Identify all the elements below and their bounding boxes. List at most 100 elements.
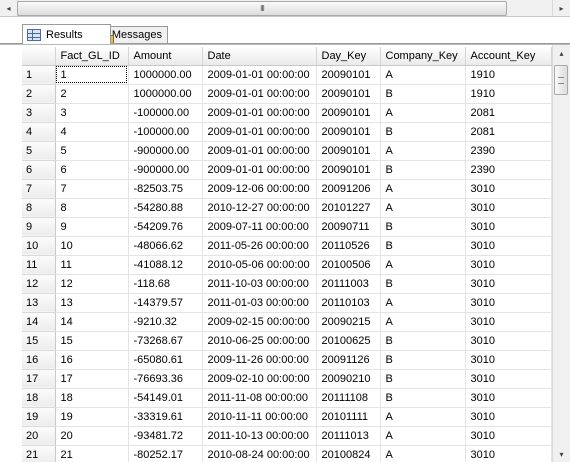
cell-account-key[interactable]: 2390	[465, 141, 552, 161]
horizontal-scroll-thumb[interactable]: III	[17, 1, 507, 16]
cell-account-key[interactable]: 2081	[465, 122, 552, 142]
cell-day-key[interactable]: 20090101	[316, 141, 381, 161]
cell-fact-gl-id[interactable]: 14	[55, 312, 129, 332]
cell-company-key[interactable]: B	[380, 331, 466, 351]
row-number-header[interactable]	[22, 47, 56, 66]
table-row[interactable]: 9 9 -54209.76 2009-07-11 00:00:00 20090711 B 3…	[22, 217, 552, 237]
cell-amount[interactable]: -73268.67	[128, 331, 203, 351]
row-number[interactable]: 3	[22, 103, 56, 123]
cell-date[interactable]: 2009-01-01 00:00:00	[202, 122, 317, 142]
row-number[interactable]: 16	[22, 350, 56, 370]
cell-date[interactable]: 2009-11-26 00:00:00	[202, 350, 317, 370]
table-row[interactable]: 21 21 -80252.17 2010-08-24 00:00:00 20100824…	[22, 445, 552, 462]
cell-fact-gl-id[interactable]: 16	[55, 350, 129, 370]
table-row[interactable]: 13 13 -14379.57 2011-01-03 00:00:00 20110103…	[22, 293, 552, 313]
row-number[interactable]: 21	[22, 445, 56, 462]
row-number[interactable]: 1	[22, 65, 56, 85]
cell-day-key[interactable]: 20090215	[316, 312, 381, 332]
cell-account-key[interactable]: 3010	[465, 312, 552, 332]
cell-day-key[interactable]: 20090101	[316, 122, 381, 142]
table-row[interactable]: 4 4 -100000.00 2009-01-01 00:00:00 20090101 B…	[22, 122, 552, 142]
cell-day-key[interactable]: 20090711	[316, 217, 381, 237]
cell-day-key[interactable]: 20101111	[316, 407, 381, 427]
cell-account-key[interactable]: 2081	[465, 103, 552, 123]
cell-account-key[interactable]: 3010	[465, 445, 552, 462]
table-row[interactable]: 16 16 -65080.61 2009-11-26 00:00:00 20091126…	[22, 350, 552, 370]
cell-fact-gl-id[interactable]: 1	[55, 65, 129, 85]
cell-fact-gl-id[interactable]: 2	[55, 84, 129, 104]
cell-company-key[interactable]: A	[380, 65, 466, 85]
cell-fact-gl-id[interactable]: 15	[55, 331, 129, 351]
table-row[interactable]: 1 1 1000000.00 2009-01-01 00:00:00 20090101 A…	[22, 65, 552, 85]
cell-day-key[interactable]: 20100506	[316, 255, 381, 275]
cell-date[interactable]: 2009-07-11 00:00:00	[202, 217, 317, 237]
table-row[interactable]: 18 18 -54149.01 2011-11-08 00:00:00 20111108…	[22, 388, 552, 408]
cell-fact-gl-id[interactable]: 11	[55, 255, 129, 275]
vertical-scrollbar[interactable]: ▴ ▾	[552, 45, 570, 462]
cell-company-key[interactable]: A	[380, 103, 466, 123]
cell-date[interactable]: 2010-06-25 00:00:00	[202, 331, 317, 351]
row-number[interactable]: 13	[22, 293, 56, 313]
cell-date[interactable]: 2009-01-01 00:00:00	[202, 84, 317, 104]
row-number[interactable]: 2	[22, 84, 56, 104]
cell-day-key[interactable]: 20090101	[316, 160, 381, 180]
vertical-scroll-thumb[interactable]	[554, 65, 568, 95]
cell-account-key[interactable]: 3010	[465, 217, 552, 237]
row-number[interactable]: 18	[22, 388, 56, 408]
table-row[interactable]: 7 7 -82503.75 2009-12-06 00:00:00 20091206 A 3…	[22, 179, 552, 199]
cell-date[interactable]: 2010-12-27 00:00:00	[202, 198, 317, 218]
column-header-amount[interactable]: Amount	[128, 47, 203, 66]
row-number[interactable]: 19	[22, 407, 56, 427]
cell-amount[interactable]: -900000.00	[128, 141, 203, 161]
cell-amount[interactable]: -33319.61	[128, 407, 203, 427]
cell-account-key[interactable]: 3010	[465, 179, 552, 199]
row-number[interactable]: 5	[22, 141, 56, 161]
cell-fact-gl-id[interactable]: 8	[55, 198, 129, 218]
cell-amount[interactable]: -65080.61	[128, 350, 203, 370]
cell-fact-gl-id[interactable]: 17	[55, 369, 129, 389]
table-row[interactable]: 5 5 -900000.00 2009-01-01 00:00:00 20090101 A…	[22, 141, 552, 161]
cell-company-key[interactable]: B	[380, 122, 466, 142]
cell-day-key[interactable]: 20111013	[316, 426, 381, 446]
cell-account-key[interactable]: 1910	[465, 65, 552, 85]
cell-day-key[interactable]: 20111108	[316, 388, 381, 408]
cell-account-key[interactable]: 3010	[465, 388, 552, 408]
table-row[interactable]: 10 10 -48066.62 2011-05-26 00:00:00 20110526…	[22, 236, 552, 256]
cell-date[interactable]: 2011-10-03 00:00:00	[202, 274, 317, 294]
table-row[interactable]: 15 15 -73268.67 2010-06-25 00:00:00 20100625…	[22, 331, 552, 351]
scroll-right-arrow-icon[interactable]: ▸	[552, 0, 570, 16]
table-row[interactable]: 14 14 -9210.32 2009-02-15 00:00:00 20090215 A…	[22, 312, 552, 332]
cell-date[interactable]: 2011-05-26 00:00:00	[202, 236, 317, 256]
cell-company-key[interactable]: B	[380, 369, 466, 389]
cell-company-key[interactable]: A	[380, 255, 466, 275]
cell-amount[interactable]: -82503.75	[128, 179, 203, 199]
cell-account-key[interactable]: 3010	[465, 331, 552, 351]
cell-date[interactable]: 2010-05-06 00:00:00	[202, 255, 317, 275]
scroll-up-arrow-icon[interactable]: ▴	[553, 45, 570, 62]
cell-fact-gl-id[interactable]: 13	[55, 293, 129, 313]
cell-date[interactable]: 2011-01-03 00:00:00	[202, 293, 317, 313]
cell-fact-gl-id[interactable]: 4	[55, 122, 129, 142]
cell-company-key[interactable]: B	[380, 84, 466, 104]
cell-amount[interactable]: -54149.01	[128, 388, 203, 408]
table-row[interactable]: 17 17 -76693.36 2009-02-10 00:00:00 20090210…	[22, 369, 552, 389]
row-number[interactable]: 4	[22, 122, 56, 142]
cell-account-key[interactable]: 3010	[465, 350, 552, 370]
cell-company-key[interactable]: A	[380, 179, 466, 199]
table-row[interactable]: 3 3 -100000.00 2009-01-01 00:00:00 20090101 A…	[22, 103, 552, 123]
cell-amount[interactable]: -54209.76	[128, 217, 203, 237]
cell-amount[interactable]: 1000000.00	[128, 84, 203, 104]
cell-account-key[interactable]: 1910	[465, 84, 552, 104]
cell-date[interactable]: 2009-01-01 00:00:00	[202, 141, 317, 161]
cell-day-key[interactable]: 20100625	[316, 331, 381, 351]
cell-fact-gl-id[interactable]: 3	[55, 103, 129, 123]
row-number[interactable]: 9	[22, 217, 56, 237]
cell-amount[interactable]: -900000.00	[128, 160, 203, 180]
cell-day-key[interactable]: 20090101	[316, 84, 381, 104]
cell-day-key[interactable]: 20100824	[316, 445, 381, 462]
cell-company-key[interactable]: A	[380, 293, 466, 313]
table-row[interactable]: 8 8 -54280.88 2010-12-27 00:00:00 20101227 A 3…	[22, 198, 552, 218]
column-header-day-key[interactable]: Day_Key	[316, 47, 381, 66]
cell-day-key[interactable]: 20101227	[316, 198, 381, 218]
scroll-down-arrow-icon[interactable]: ▾	[553, 446, 570, 462]
